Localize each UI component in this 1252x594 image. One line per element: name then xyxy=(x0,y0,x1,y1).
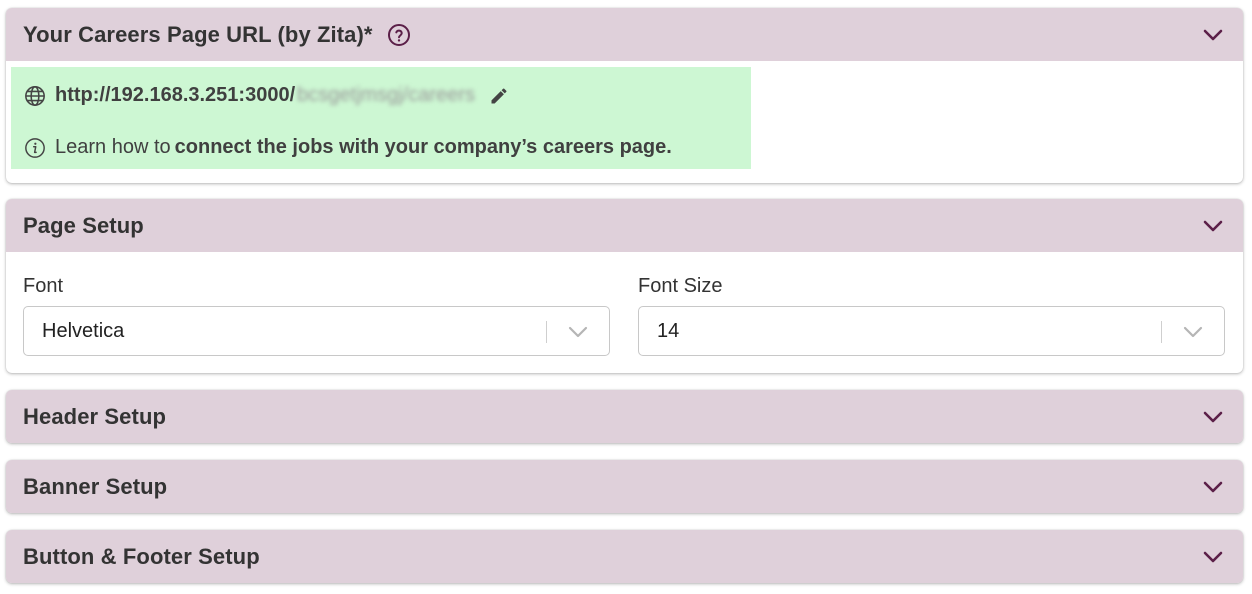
chevron-down-icon[interactable] xyxy=(1201,475,1225,499)
learn-link[interactable]: connect the jobs with your company’s car… xyxy=(175,136,672,159)
banner-setup-panel-header[interactable]: Banner Setup xyxy=(6,460,1243,513)
learn-row: Learn how to connect the jobs with your … xyxy=(24,136,672,159)
careers-url-panel-header[interactable]: Your Careers Page URL (by Zita)* xyxy=(6,8,1243,61)
careers-url-row: http://192.168.3.251:3000/bcsgetjmsgj/ca… xyxy=(24,84,509,107)
font-select-separator xyxy=(546,321,547,343)
page-setup-panel-header[interactable]: Page Setup xyxy=(6,199,1243,252)
button-footer-setup-panel-header[interactable]: Button & Footer Setup xyxy=(6,530,1243,583)
font-size-select-value: 14 xyxy=(657,319,680,342)
button-footer-setup-title: Button & Footer Setup xyxy=(23,543,260,569)
chevron-down-icon[interactable] xyxy=(1201,545,1225,569)
font-select-value: Helvetica xyxy=(42,319,125,342)
info-icon xyxy=(24,137,46,159)
learn-prefix: Learn how to xyxy=(55,136,171,158)
help-circle-icon[interactable] xyxy=(387,23,411,47)
careers-url-title: Your Careers Page URL (by Zita)* xyxy=(23,21,373,47)
font-label: Font xyxy=(23,275,64,297)
dropdown-chevron-icon[interactable] xyxy=(1182,323,1204,341)
chevron-down-icon[interactable] xyxy=(1201,405,1225,429)
font-size-label: Font Size xyxy=(638,275,723,297)
careers-url-highlight: http://192.168.3.251:3000/bcsgetjmsgj/ca… xyxy=(11,67,751,169)
button-footer-setup-panel: Button & Footer Setup xyxy=(6,530,1243,583)
careers-url-visible: http://192.168.3.251:3000/ xyxy=(55,84,296,106)
globe-icon xyxy=(24,85,46,107)
careers-url-link[interactable]: http://192.168.3.251:3000/bcsgetjmsgj/ca… xyxy=(55,84,475,107)
font-select[interactable]: Helvetica xyxy=(23,306,610,356)
header-setup-panel-header[interactable]: Header Setup xyxy=(6,390,1243,443)
chevron-down-icon[interactable] xyxy=(1201,23,1225,47)
header-setup-panel: Header Setup xyxy=(6,390,1243,443)
chevron-down-icon[interactable] xyxy=(1201,214,1225,238)
banner-setup-title: Banner Setup xyxy=(23,473,168,499)
careers-url-blurred: bcsgetjmsgj/careers xyxy=(297,84,475,106)
pencil-icon[interactable] xyxy=(489,86,509,106)
banner-setup-panel: Banner Setup xyxy=(6,460,1243,513)
font-size-select[interactable]: 14 xyxy=(638,306,1225,356)
careers-url-panel: Your Careers Page URL (by Zita)* http:// xyxy=(6,8,1243,183)
page-setup-title: Page Setup xyxy=(23,212,144,238)
header-setup-title: Header Setup xyxy=(23,403,167,429)
font-size-select-separator xyxy=(1161,321,1162,343)
page-setup-panel: Page Setup Font Helvetica Font Size 14 xyxy=(6,199,1243,373)
dropdown-chevron-icon[interactable] xyxy=(567,323,589,341)
